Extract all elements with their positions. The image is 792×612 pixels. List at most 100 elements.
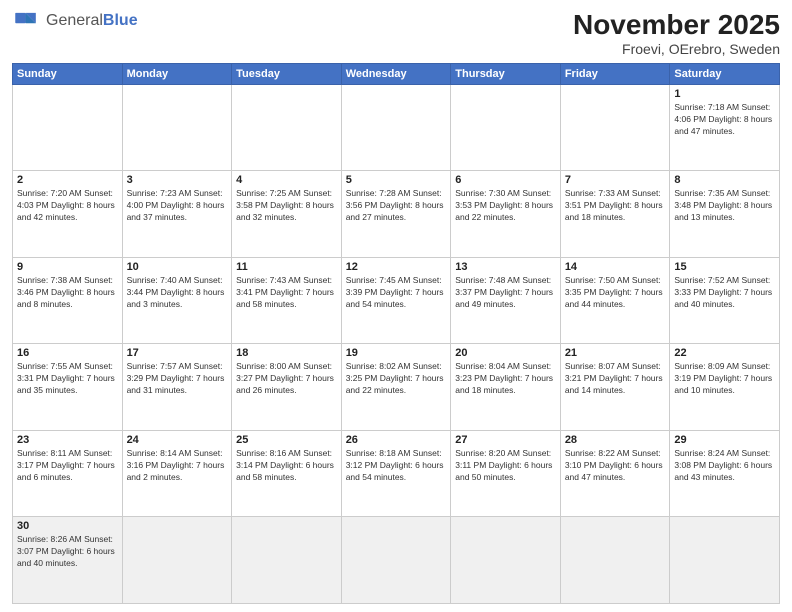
- calendar-cell: 8Sunrise: 7:35 AM Sunset: 3:48 PM Daylig…: [670, 171, 780, 258]
- calendar-cell: [451, 517, 561, 604]
- calendar-cell: 30 Sunrise: 8:26 AM Sunset: 3:07 PM Dayli…: [13, 517, 123, 604]
- day-number: 29: [674, 434, 775, 446]
- day-number: 5: [346, 174, 447, 186]
- day-info: Sunrise: 7:57 AM Sunset: 3:29 PM Dayligh…: [127, 361, 228, 397]
- day-info: Sunrise: 7:50 AM Sunset: 3:35 PM Dayligh…: [565, 275, 666, 311]
- calendar-cell: [670, 517, 780, 604]
- day-info: Sunrise: 8:18 AM Sunset: 3:12 PM Dayligh…: [346, 448, 447, 484]
- calendar-cell: 17 Sunrise: 7:57 AM Sunset: 3:29 PM Dayli…: [122, 344, 232, 431]
- col-saturday: Saturday: [670, 63, 780, 84]
- day-info: Sunrise: 7:40 AM Sunset: 3:44 PM Dayligh…: [127, 275, 228, 311]
- day-info: Sunrise: 7:43 AM Sunset: 3:41 PM Dayligh…: [236, 275, 337, 311]
- calendar-cell: 10 Sunrise: 7:40 AM Sunset: 3:44 PM Dayli…: [122, 257, 232, 344]
- calendar-cell: 27 Sunrise: 8:20 AM Sunset: 3:11 PM Dayli…: [451, 430, 561, 517]
- day-info: Sunrise: 7:30 AM Sunset: 3:53 PM Dayligh…: [455, 188, 556, 224]
- day-number: 26: [346, 434, 447, 446]
- calendar-week-0: 1Sunrise: 7:18 AM Sunset: 4:06 PM Daylig…: [13, 84, 780, 171]
- calendar-cell: [232, 84, 342, 171]
- day-number: 25: [236, 434, 337, 446]
- day-number: 19: [346, 347, 447, 359]
- calendar-cell: 25Sunrise: 8:16 AM Sunset: 3:14 PM Dayli…: [232, 430, 342, 517]
- calendar-cell: 2Sunrise: 7:20 AM Sunset: 4:03 PM Daylig…: [13, 171, 123, 258]
- calendar-cell: 19 Sunrise: 8:02 AM Sunset: 3:25 PM Dayli…: [341, 344, 451, 431]
- day-number: 11: [236, 261, 337, 273]
- calendar: Sunday Monday Tuesday Wednesday Thursday…: [12, 63, 780, 604]
- day-number: 16: [17, 347, 118, 359]
- title-month: November 2025: [573, 10, 780, 41]
- day-info: Sunrise: 7:38 AM Sunset: 3:46 PM Dayligh…: [17, 275, 118, 311]
- title-location: Froevi, OErebro, Sweden: [573, 41, 780, 57]
- calendar-cell: 3Sunrise: 7:23 AM Sunset: 4:00 PM Daylig…: [122, 171, 232, 258]
- page: GeneralBlue November 2025 Froevi, OErebr…: [0, 0, 792, 612]
- col-monday: Monday: [122, 63, 232, 84]
- calendar-cell: 14 Sunrise: 7:50 AM Sunset: 3:35 PM Dayli…: [560, 257, 670, 344]
- calendar-cell: 6 Sunrise: 7:30 AM Sunset: 3:53 PM Daylig…: [451, 171, 561, 258]
- day-info: Sunrise: 8:24 AM Sunset: 3:08 PM Dayligh…: [674, 448, 775, 484]
- header: GeneralBlue November 2025 Froevi, OErebr…: [12, 10, 780, 57]
- logo-icon: [12, 10, 42, 32]
- calendar-cell: 21Sunrise: 8:07 AM Sunset: 3:21 PM Dayli…: [560, 344, 670, 431]
- day-info: Sunrise: 8:22 AM Sunset: 3:10 PM Dayligh…: [565, 448, 666, 484]
- calendar-cell: 28 Sunrise: 8:22 AM Sunset: 3:10 PM Dayli…: [560, 430, 670, 517]
- title-block: November 2025 Froevi, OErebro, Sweden: [573, 10, 780, 57]
- calendar-cell: 18Sunrise: 8:00 AM Sunset: 3:27 PM Dayli…: [232, 344, 342, 431]
- day-info: Sunrise: 8:02 AM Sunset: 3:25 PM Dayligh…: [346, 361, 447, 397]
- day-info: Sunrise: 8:20 AM Sunset: 3:11 PM Dayligh…: [455, 448, 556, 484]
- calendar-cell: [232, 517, 342, 604]
- day-number: 3: [127, 174, 228, 186]
- day-number: 2: [17, 174, 118, 186]
- calendar-cell: [451, 84, 561, 171]
- calendar-cell: 24Sunrise: 8:14 AM Sunset: 3:16 PM Dayli…: [122, 430, 232, 517]
- day-info: Sunrise: 8:11 AM Sunset: 3:17 PM Dayligh…: [17, 448, 118, 484]
- col-friday: Friday: [560, 63, 670, 84]
- day-number: 15: [674, 261, 775, 273]
- day-number: 28: [565, 434, 666, 446]
- day-number: 27: [455, 434, 556, 446]
- day-number: 22: [674, 347, 775, 359]
- day-number: 7: [565, 174, 666, 186]
- day-number: 14: [565, 261, 666, 273]
- day-number: 9: [17, 261, 118, 273]
- calendar-week-1: 2Sunrise: 7:20 AM Sunset: 4:03 PM Daylig…: [13, 171, 780, 258]
- day-info: Sunrise: 8:00 AM Sunset: 3:27 PM Dayligh…: [236, 361, 337, 397]
- day-number: 20: [455, 347, 556, 359]
- day-number: 4: [236, 174, 337, 186]
- day-info: Sunrise: 7:33 AM Sunset: 3:51 PM Dayligh…: [565, 188, 666, 224]
- calendar-cell: 1Sunrise: 7:18 AM Sunset: 4:06 PM Daylig…: [670, 84, 780, 171]
- day-number: 13: [455, 261, 556, 273]
- calendar-cell: [13, 84, 123, 171]
- calendar-cell: [341, 84, 451, 171]
- calendar-cell: 15Sunrise: 7:52 AM Sunset: 3:33 PM Dayli…: [670, 257, 780, 344]
- day-number: 10: [127, 261, 228, 273]
- day-info: Sunrise: 7:48 AM Sunset: 3:37 PM Dayligh…: [455, 275, 556, 311]
- day-info: Sunrise: 8:07 AM Sunset: 3:21 PM Dayligh…: [565, 361, 666, 397]
- logo: GeneralBlue: [12, 10, 138, 32]
- calendar-cell: [341, 517, 451, 604]
- col-thursday: Thursday: [451, 63, 561, 84]
- calendar-cell: [560, 517, 670, 604]
- calendar-cell: [122, 84, 232, 171]
- day-number: 12: [346, 261, 447, 273]
- day-info: Sunrise: 8:09 AM Sunset: 3:19 PM Dayligh…: [674, 361, 775, 397]
- calendar-cell: 7 Sunrise: 7:33 AM Sunset: 3:51 PM Daylig…: [560, 171, 670, 258]
- day-number: 24: [127, 434, 228, 446]
- calendar-cell: [122, 517, 232, 604]
- day-number: 1: [674, 88, 775, 100]
- col-tuesday: Tuesday: [232, 63, 342, 84]
- logo-text: GeneralBlue: [46, 12, 138, 30]
- day-number: 30: [17, 520, 118, 532]
- day-info: Sunrise: 7:35 AM Sunset: 3:48 PM Dayligh…: [674, 188, 775, 224]
- day-info: Sunrise: 7:45 AM Sunset: 3:39 PM Dayligh…: [346, 275, 447, 311]
- day-number: 6: [455, 174, 556, 186]
- day-info: Sunrise: 7:55 AM Sunset: 3:31 PM Dayligh…: [17, 361, 118, 397]
- calendar-cell: [560, 84, 670, 171]
- calendar-cell: 20Sunrise: 8:04 AM Sunset: 3:23 PM Dayli…: [451, 344, 561, 431]
- day-number: 17: [127, 347, 228, 359]
- calendar-cell: 12 Sunrise: 7:45 AM Sunset: 3:39 PM Dayli…: [341, 257, 451, 344]
- calendar-cell: 22 Sunrise: 8:09 AM Sunset: 3:19 PM Dayli…: [670, 344, 780, 431]
- day-info: Sunrise: 8:26 AM Sunset: 3:07 PM Dayligh…: [17, 534, 118, 570]
- calendar-cell: 5 Sunrise: 7:28 AM Sunset: 3:56 PM Daylig…: [341, 171, 451, 258]
- col-wednesday: Wednesday: [341, 63, 451, 84]
- day-info: Sunrise: 7:28 AM Sunset: 3:56 PM Dayligh…: [346, 188, 447, 224]
- calendar-cell: 26 Sunrise: 8:18 AM Sunset: 3:12 PM Dayli…: [341, 430, 451, 517]
